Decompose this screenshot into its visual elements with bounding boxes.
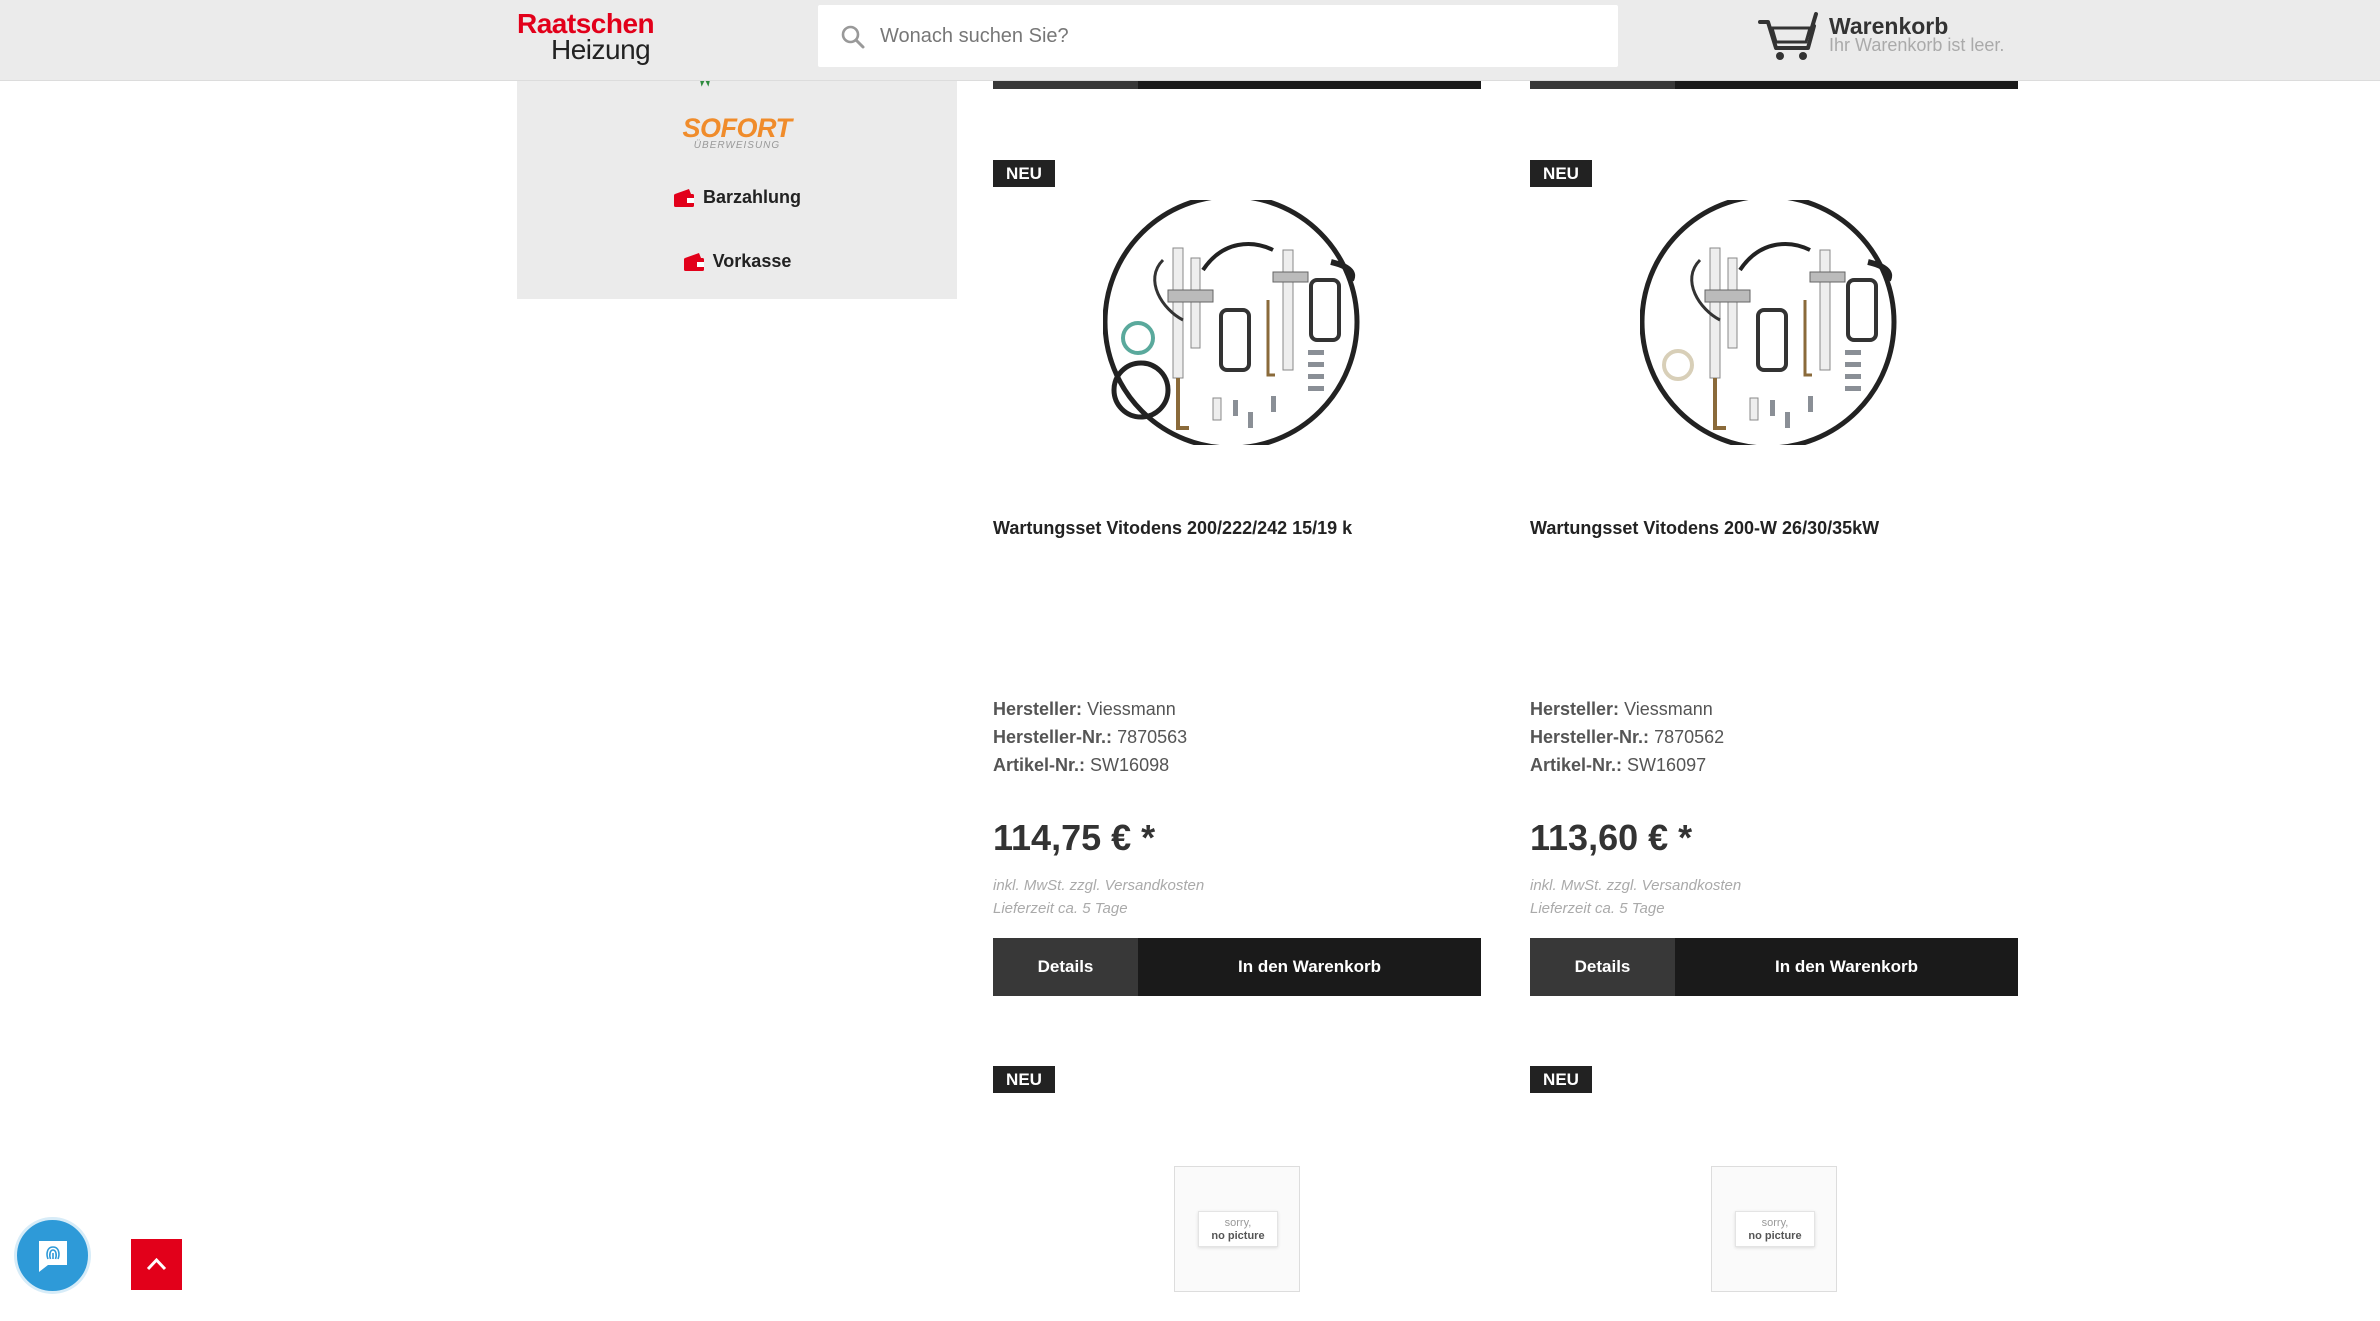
cart-status: Ihr Warenkorb ist leer. <box>1829 35 2005 55</box>
manufacturer-value: Viessmann <box>1087 699 1176 719</box>
wallet-icon <box>673 188 694 207</box>
chevron-up-icon <box>146 1257 167 1271</box>
details-button[interactable]: Details <box>993 938 1138 996</box>
shipping-info: inkl. MwSt. zzgl. Versandkosten Lieferze… <box>993 874 1204 920</box>
product-meta: Hersteller: Viessmann Hersteller-Nr.: 78… <box>993 695 1187 779</box>
search-input[interactable] <box>880 5 1600 67</box>
prev-card-buttons[interactable] <box>993 81 1481 89</box>
vorkasse-label: Vorkasse <box>712 251 792 271</box>
site-logo[interactable]: Raatschen Heizung <box>517 8 667 65</box>
no-picture-placeholder[interactable]: sorry, no picture <box>1174 1166 1300 1292</box>
payment-methods-panel: SOFORT ÜBERWEISUNG Barzahlung Vorkasse <box>517 75 957 299</box>
details-button[interactable]: Details <box>1530 938 1675 996</box>
payment-vorkasse: Vorkasse <box>517 251 957 279</box>
scroll-to-top-button[interactable] <box>131 1239 182 1290</box>
mpn-row: Hersteller-Nr.: 7870562 <box>1530 723 1724 751</box>
manufacturer-row: Hersteller: Viessmann <box>1530 695 1724 723</box>
mpn-value: 7870562 <box>1654 727 1725 747</box>
mpn-label: Hersteller-Nr.: <box>1530 727 1650 747</box>
manufacturer-value: Viessmann <box>1624 699 1713 719</box>
add-to-cart-button[interactable]: In den Warenkorb <box>1138 938 1481 996</box>
sku-row: Artikel-Nr.: SW16098 <box>993 751 1187 779</box>
sofort-logo: SOFORT ÜBERWEISUNG <box>517 113 957 153</box>
new-badge: NEU <box>1530 1066 1592 1093</box>
no-picture-tag: sorry, no picture <box>1735 1211 1815 1247</box>
logo-line2: Heizung <box>551 34 651 65</box>
site-header: Raatschen Heizung Warenkorb Ihr Warenkor… <box>0 0 2380 81</box>
product-title[interactable]: Wartungsset Vitodens 200/222/242 15/19 k <box>993 518 1352 539</box>
mpn-value: 7870563 <box>1117 727 1188 747</box>
sku-value: SW16097 <box>1627 755 1707 775</box>
no-picture-line1: sorry, <box>1224 1217 1252 1229</box>
wallet-icon <box>683 252 704 271</box>
mpn-row: Hersteller-Nr.: 7870563 <box>993 723 1187 751</box>
no-picture-line2: no picture <box>1211 1230 1265 1242</box>
add-to-cart-button[interactable]: In den Warenkorb <box>1675 938 2018 996</box>
sofort-sublabel: ÜBERWEISUNG <box>693 140 781 151</box>
new-badge: NEU <box>1530 160 1592 187</box>
chat-button[interactable] <box>14 1217 91 1294</box>
sku-label: Artikel-Nr.: <box>1530 755 1623 775</box>
manufacturer-label: Hersteller: <box>1530 699 1620 719</box>
delivery-time: Lieferzeit ca. 5 Tage <box>993 900 1128 917</box>
no-picture-line1: sorry, <box>1761 1217 1789 1229</box>
search-box <box>818 5 1618 67</box>
no-picture-tag: sorry, no picture <box>1198 1211 1278 1247</box>
product-actions: Details In den Warenkorb <box>993 938 1481 996</box>
cart-widget[interactable]: Warenkorb Ihr Warenkorb ist leer. <box>1758 10 2078 66</box>
product-title[interactable]: Wartungsset Vitodens 200-W 26/30/35kW <box>1530 518 1879 539</box>
payment-barzahlung: Barzahlung <box>517 187 957 215</box>
search-icon[interactable] <box>840 24 866 50</box>
product-meta: Hersteller: Viessmann Hersteller-Nr.: 78… <box>1530 695 1724 779</box>
product-image[interactable] <box>1640 200 1910 445</box>
sku-value: SW16098 <box>1090 755 1170 775</box>
manufacturer-label: Hersteller: <box>993 699 1083 719</box>
vat-note: inkl. MwSt. zzgl. Versandkosten <box>1530 877 1742 894</box>
product-actions: Details In den Warenkorb <box>1530 938 2018 996</box>
shipping-info: inkl. MwSt. zzgl. Versandkosten Lieferze… <box>1530 874 1741 920</box>
manufacturer-row: Hersteller: Viessmann <box>993 695 1187 723</box>
mpn-label: Hersteller-Nr.: <box>993 727 1113 747</box>
new-badge: NEU <box>993 1066 1055 1093</box>
cart-icon <box>1758 12 1818 60</box>
sku-label: Artikel-Nr.: <box>993 755 1086 775</box>
product-price: 114,75 € * <box>993 817 1156 858</box>
delivery-time: Lieferzeit ca. 5 Tage <box>1530 900 1665 917</box>
vat-note: inkl. MwSt. zzgl. Versandkosten <box>993 877 1205 894</box>
no-picture-line2: no picture <box>1748 1230 1802 1242</box>
no-picture-placeholder[interactable]: sorry, no picture <box>1711 1166 1837 1292</box>
chat-fingerprint-icon <box>39 1241 67 1272</box>
sku-row: Artikel-Nr.: SW16097 <box>1530 751 1724 779</box>
product-image[interactable] <box>1103 200 1373 445</box>
barzahlung-label: Barzahlung <box>702 187 801 207</box>
prev-card-buttons[interactable] <box>1530 81 2018 89</box>
product-price: 113,60 € * <box>1530 817 1693 858</box>
new-badge: NEU <box>993 160 1055 187</box>
